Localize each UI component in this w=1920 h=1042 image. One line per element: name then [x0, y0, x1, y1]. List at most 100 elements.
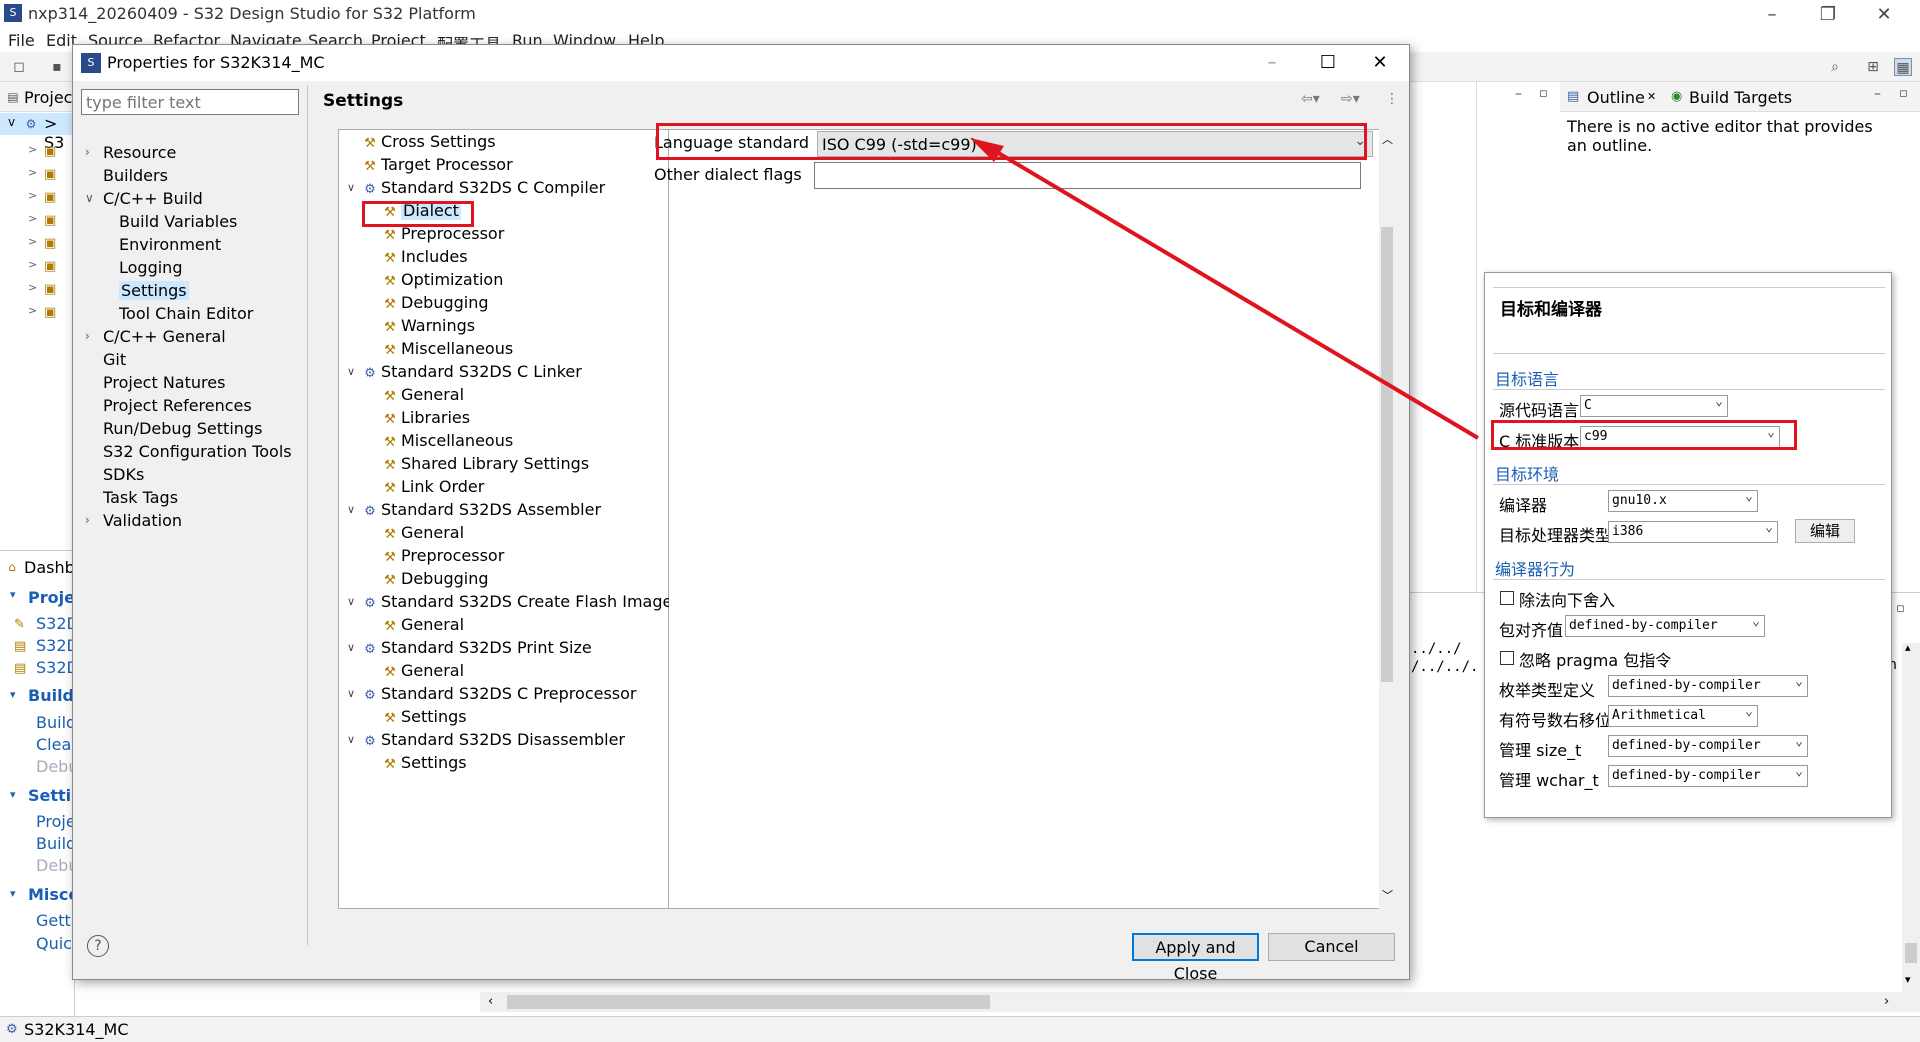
expand-icon[interactable]: ▾ [10, 788, 16, 801]
dashboard-link[interactable]: Build [36, 834, 76, 853]
collapse-icon[interactable]: ∨ [347, 503, 355, 516]
enum-select[interactable]: defined-by-compiler [1608, 674, 1808, 697]
collapse-icon[interactable]: ∨ [347, 181, 355, 194]
collapse-icon[interactable]: ∨ [347, 595, 355, 608]
outline-tab[interactable]: Outline [1587, 88, 1645, 107]
expand-icon[interactable]: › [85, 329, 90, 343]
close-icon[interactable]: ✕ [1864, 2, 1904, 28]
help-icon[interactable]: ? [87, 935, 109, 957]
open-perspective-icon[interactable]: ⊞ [1864, 58, 1882, 76]
tree-tool-node[interactable]: ∨ ⚙ Standard S32DS C Compiler [347, 178, 605, 197]
tree-tool-node[interactable]: ∨ ⚙ Standard S32DS C Preprocessor [347, 684, 637, 703]
expand-icon[interactable]: ▾ [10, 588, 16, 601]
target-compiler-panel: 目标和编译器 目标语言 源代码语言 C C 标准版本 c99 目标环境 编译器 … [1484, 272, 1892, 818]
scroll-left-icon[interactable]: ‹ [488, 994, 493, 1009]
collapse-icon[interactable]: ∨ [347, 641, 355, 654]
dashboard-link[interactable]: Getti [36, 911, 75, 930]
div-round-checkbox[interactable] [1500, 591, 1514, 605]
tree-option-node[interactable]: ⚒ Libraries [383, 408, 470, 427]
project-explorer-tab[interactable]: Projec [24, 88, 72, 107]
compiler-select[interactable]: gnu10.x [1608, 489, 1758, 512]
vscroll-thumb[interactable] [1381, 227, 1393, 682]
forward-icon[interactable]: ⇨▾ [1341, 91, 1360, 107]
tree-option-node[interactable]: ⚒ Optimization [383, 270, 503, 289]
restore-icon[interactable]: ❐ [1808, 2, 1848, 28]
scroll-thumb[interactable] [1905, 943, 1917, 963]
tree-option-node[interactable]: ⚒ Miscellaneous [383, 431, 513, 450]
tree-tool-node[interactable]: ∨ ⚙ Standard S32DS C Linker [347, 362, 582, 381]
close-tab-icon[interactable]: ✕ [1647, 90, 1656, 103]
collapse-icon[interactable]: ∨ [347, 687, 355, 700]
tree-tool-node[interactable]: ∨ ⚙ Standard S32DS Assembler [347, 500, 601, 519]
scroll-down-icon[interactable]: ﹀ [1382, 887, 1393, 903]
expand-icon[interactable]: › [85, 145, 90, 159]
search-icon[interactable]: ⌕ [1826, 58, 1844, 76]
scroll-right-icon[interactable]: › [1884, 994, 1889, 1009]
scroll-down-icon[interactable]: ▾ [1905, 973, 1911, 986]
maximize-icon[interactable]: ☐ [1305, 49, 1351, 77]
project-row-selected[interactable]: v ⚙ > S3 [0, 113, 75, 152]
minimize-icon[interactable]: – [1249, 49, 1295, 77]
hscroll-thumb[interactable] [507, 995, 990, 1009]
tree-option-node[interactable]: ⚒ Settings [383, 707, 466, 726]
tree-tool-node[interactable]: ∨ ⚙ Standard S32DS Print Size [347, 638, 592, 657]
collapse-icon[interactable]: ∨ [347, 365, 355, 378]
tree-option-node[interactable]: ⚒ General [383, 615, 464, 634]
minimize-icon[interactable]: – [1752, 2, 1792, 28]
tree-option-node[interactable]: ⚒ Link Order [383, 477, 484, 496]
build-targets-tab[interactable]: Build Targets [1689, 88, 1792, 107]
tree-option-node[interactable]: ⚒ Debugging [383, 293, 488, 312]
tree-tool-node[interactable]: ∨ ⚙ Standard S32DS Disassembler [347, 730, 625, 749]
tree-option-node[interactable]: ⚒ Warnings [383, 316, 475, 335]
tree-option-node[interactable]: ⚒ Shared Library Settings [383, 454, 589, 473]
size-t-select[interactable]: defined-by-compiler [1608, 734, 1808, 757]
tree-node-label: Debugging [401, 569, 489, 588]
maximize-editor-icon[interactable]: ▫ [1539, 86, 1548, 101]
pack-select[interactable]: defined-by-compiler [1565, 614, 1765, 637]
scroll-up-icon[interactable]: ︿ [1382, 131, 1393, 147]
save-icon[interactable]: ▪ [48, 58, 66, 76]
menu-file[interactable]: File [8, 31, 35, 50]
tree-option-node[interactable]: ⚒ Settings [383, 753, 466, 772]
maximize-view-icon[interactable]: ▫ [1899, 86, 1908, 101]
dashboard-link[interactable]: Build [36, 713, 76, 732]
cpu-type-select[interactable]: i386 [1608, 520, 1778, 543]
minimize-view-icon[interactable]: – [1874, 86, 1881, 102]
tree-tool-node[interactable]: ∨ ⚙ Standard S32DS Create Flash Image [347, 592, 672, 611]
maximize-view-icon[interactable]: ▫ [1896, 601, 1905, 616]
tree-option-node[interactable]: ⚒ Preprocessor [383, 546, 504, 565]
perspective-icon[interactable]: ▦ [1894, 58, 1912, 76]
expand-icon[interactable]: ▾ [10, 887, 16, 900]
tree-option-node[interactable]: ⚒ General [383, 385, 464, 404]
expand-icon[interactable]: › [85, 513, 90, 527]
apply-and-close-button[interactable]: Apply and Close [1132, 933, 1259, 983]
scroll-up-icon[interactable]: ▴ [1905, 641, 1911, 654]
tree-tool-node[interactable]: ⚒ Cross Settings [363, 132, 495, 151]
back-icon[interactable]: ⇦▾ [1301, 91, 1320, 107]
other-dialect-flags-input[interactable] [814, 162, 1361, 189]
close-icon[interactable]: ✕ [1357, 49, 1403, 77]
collapse-icon[interactable]: ∨ [347, 733, 355, 746]
console-vscroll[interactable]: ▴ ▾ [1902, 641, 1920, 993]
dashboard-link[interactable]: Proje [36, 812, 76, 831]
minimize-editor-icon[interactable]: – [1515, 86, 1522, 102]
tree-option-node[interactable]: ⚒ Miscellaneous [383, 339, 513, 358]
cancel-button[interactable]: Cancel [1268, 933, 1395, 961]
tree-tool-node[interactable]: ⚒ Target Processor [363, 155, 512, 174]
tree-option-node[interactable]: ⚒ Debugging [383, 569, 489, 588]
edit-button[interactable]: 编辑 [1795, 519, 1855, 543]
source-language-select[interactable]: C [1580, 394, 1728, 417]
dashboard-tab[interactable]: Dashb [24, 558, 75, 577]
collapse-icon[interactable]: v [8, 115, 15, 129]
tree-node-label: Shared Library Settings [401, 454, 590, 473]
tree-option-node[interactable]: ⚒ General [383, 661, 464, 680]
ignore-pragma-checkbox[interactable] [1500, 651, 1514, 665]
signed-shift-select[interactable]: Arithmetical [1608, 704, 1758, 727]
collapse-icon[interactable]: ∨ [85, 191, 94, 205]
tree-option-node[interactable]: ⚒ General [383, 523, 464, 542]
wchar-t-select[interactable]: defined-by-compiler [1608, 764, 1808, 787]
tree-option-node[interactable]: ⚒ Includes [383, 247, 467, 266]
expand-icon[interactable]: ▾ [10, 688, 16, 701]
new-icon[interactable]: ◻ [10, 58, 28, 76]
view-menu-icon[interactable]: ⋮ [1385, 91, 1399, 107]
